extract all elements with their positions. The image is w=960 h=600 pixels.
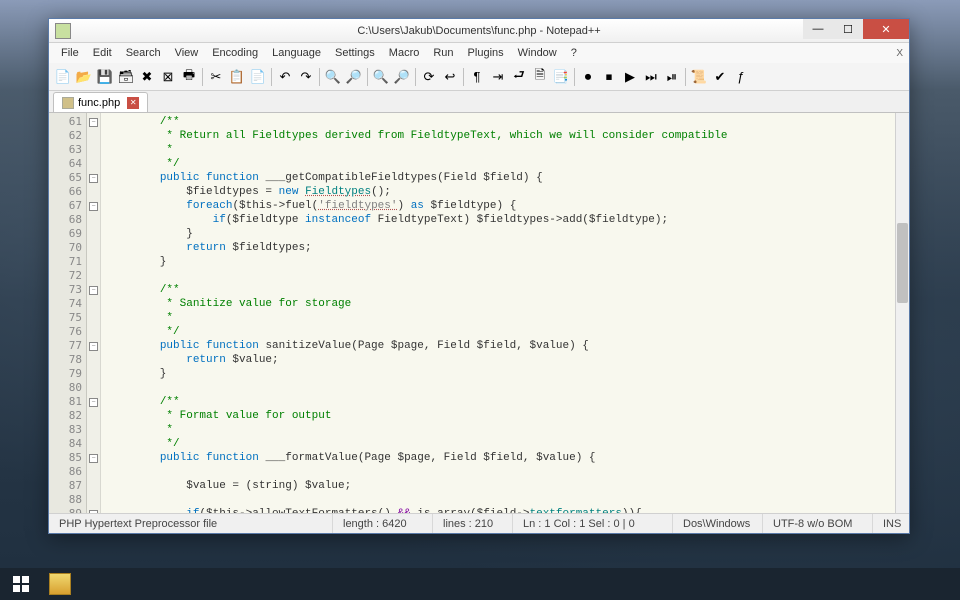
tab-close-icon[interactable]: ✕: [127, 97, 139, 109]
line-gutter: 61 62 63 64 65 66 67 68 69 70 71 72 73 7…: [49, 113, 87, 513]
play-m-button[interactable]: ⏭: [641, 67, 661, 87]
menu-window[interactable]: Window: [512, 45, 563, 61]
new-button[interactable]: 📄: [53, 67, 73, 87]
menu-macro[interactable]: Macro: [383, 45, 426, 61]
indent-button[interactable]: ⇥: [488, 67, 508, 87]
fold-toggle[interactable]: −: [89, 174, 98, 183]
redo-button[interactable]: ↷: [296, 67, 316, 87]
doc-button[interactable]: 📑: [551, 67, 571, 87]
app-icon: [55, 23, 71, 39]
status-encoding: UTF-8 w/o BOM: [763, 514, 873, 533]
statusbar: PHP Hypertext Preprocessor file length :…: [49, 513, 909, 533]
zoom-out-button[interactable]: 🔎: [392, 67, 412, 87]
replace-button[interactable]: 🔎: [344, 67, 364, 87]
status-eol: Dos\Windows: [673, 514, 763, 533]
save-button[interactable]: 💾: [95, 67, 115, 87]
file-icon: [62, 97, 74, 109]
status-language: PHP Hypertext Preprocessor file: [49, 514, 333, 533]
tabbar: func.php ✕: [49, 91, 909, 113]
status-mode: INS: [873, 514, 909, 533]
zoom-in-button[interactable]: 🔍: [371, 67, 391, 87]
menu-search[interactable]: Search: [120, 45, 167, 61]
status-position: Ln : 1 Col : 1 Sel : 0 | 0: [513, 514, 673, 533]
menu-run[interactable]: Run: [427, 45, 459, 61]
window-controls: — ☐ ✕: [803, 19, 909, 39]
close-all-button[interactable]: ⊠: [158, 67, 178, 87]
maximize-button[interactable]: ☐: [833, 19, 863, 39]
menubar-close-icon[interactable]: X: [896, 48, 903, 59]
scroll-thumb[interactable]: [897, 223, 908, 303]
eol-button[interactable]: ⮐: [509, 67, 529, 87]
find-button[interactable]: 🔍: [323, 67, 343, 87]
toolbar: 📄📂💾🗃✖⊠🖶✂📋📄↶↷🔍🔎🔍🔎⟳↩¶⇥⮐🗎📑⏺⏹▶⏭⏯📜✔ƒ: [49, 63, 909, 91]
stop-button[interactable]: ⏹: [599, 67, 619, 87]
window-title: C:\Users\Jakub\Documents\func.php - Note…: [49, 25, 909, 37]
fold-toggle[interactable]: −: [89, 118, 98, 127]
fold-toggle[interactable]: −: [89, 510, 98, 514]
fold-toggle[interactable]: −: [89, 202, 98, 211]
editor-area[interactable]: 61 62 63 64 65 66 67 68 69 70 71 72 73 7…: [49, 113, 909, 513]
menu-plugins[interactable]: Plugins: [462, 45, 510, 61]
status-length: length : 6420: [333, 514, 433, 533]
paste-button[interactable]: 📄: [248, 67, 268, 87]
code-content[interactable]: /** * Return all Fieldtypes derived from…: [101, 113, 909, 513]
taskbar-app-notepadpp[interactable]: [42, 571, 78, 597]
sync-button[interactable]: ⟳: [419, 67, 439, 87]
menu-view[interactable]: View: [169, 45, 205, 61]
fold-toggle[interactable]: −: [89, 342, 98, 351]
menu-file[interactable]: File: [55, 45, 85, 61]
undo-button[interactable]: ↶: [275, 67, 295, 87]
tab-funcphp[interactable]: func.php ✕: [53, 92, 148, 112]
menu-encoding[interactable]: Encoding: [206, 45, 264, 61]
wrap-button[interactable]: ↩: [440, 67, 460, 87]
windows-icon: [13, 576, 29, 592]
taskbar[interactable]: [0, 568, 960, 600]
fold-column: −−−−−−−−−: [87, 113, 101, 513]
print-button[interactable]: 🖶: [179, 67, 199, 87]
ws-button[interactable]: ¶: [467, 67, 487, 87]
fold-toggle[interactable]: −: [89, 398, 98, 407]
close-button[interactable]: ✖: [137, 67, 157, 87]
menu-settings[interactable]: Settings: [329, 45, 381, 61]
play-x-button[interactable]: ⏯: [662, 67, 682, 87]
rec-button[interactable]: ⏺: [578, 67, 598, 87]
macro-button[interactable]: 📜: [689, 67, 709, 87]
cut-button[interactable]: ✂: [206, 67, 226, 87]
fold-toggle[interactable]: −: [89, 454, 98, 463]
open-button[interactable]: 📂: [74, 67, 94, 87]
menu-edit[interactable]: Edit: [87, 45, 118, 61]
menu-help[interactable]: ?: [565, 45, 583, 61]
fn-button[interactable]: ƒ: [731, 67, 751, 87]
close-button[interactable]: ✕: [863, 19, 909, 39]
menu-language[interactable]: Language: [266, 45, 327, 61]
spell-button[interactable]: ✔: [710, 67, 730, 87]
save-all-button[interactable]: 🗃: [116, 67, 136, 87]
notepadpp-icon: [49, 573, 71, 595]
lang-button[interactable]: 🗎: [530, 67, 550, 87]
play-button[interactable]: ▶: [620, 67, 640, 87]
fold-toggle[interactable]: −: [89, 286, 98, 295]
titlebar[interactable]: C:\Users\Jakub\Documents\func.php - Note…: [49, 19, 909, 43]
vertical-scrollbar[interactable]: [895, 113, 909, 513]
status-lines: lines : 210: [433, 514, 513, 533]
tab-label: func.php: [78, 97, 120, 109]
minimize-button[interactable]: —: [803, 19, 833, 39]
copy-button[interactable]: 📋: [227, 67, 247, 87]
start-button[interactable]: [3, 571, 39, 597]
app-window: C:\Users\Jakub\Documents\func.php - Note…: [48, 18, 910, 534]
menubar: FileEditSearchViewEncodingLanguageSettin…: [49, 43, 909, 63]
